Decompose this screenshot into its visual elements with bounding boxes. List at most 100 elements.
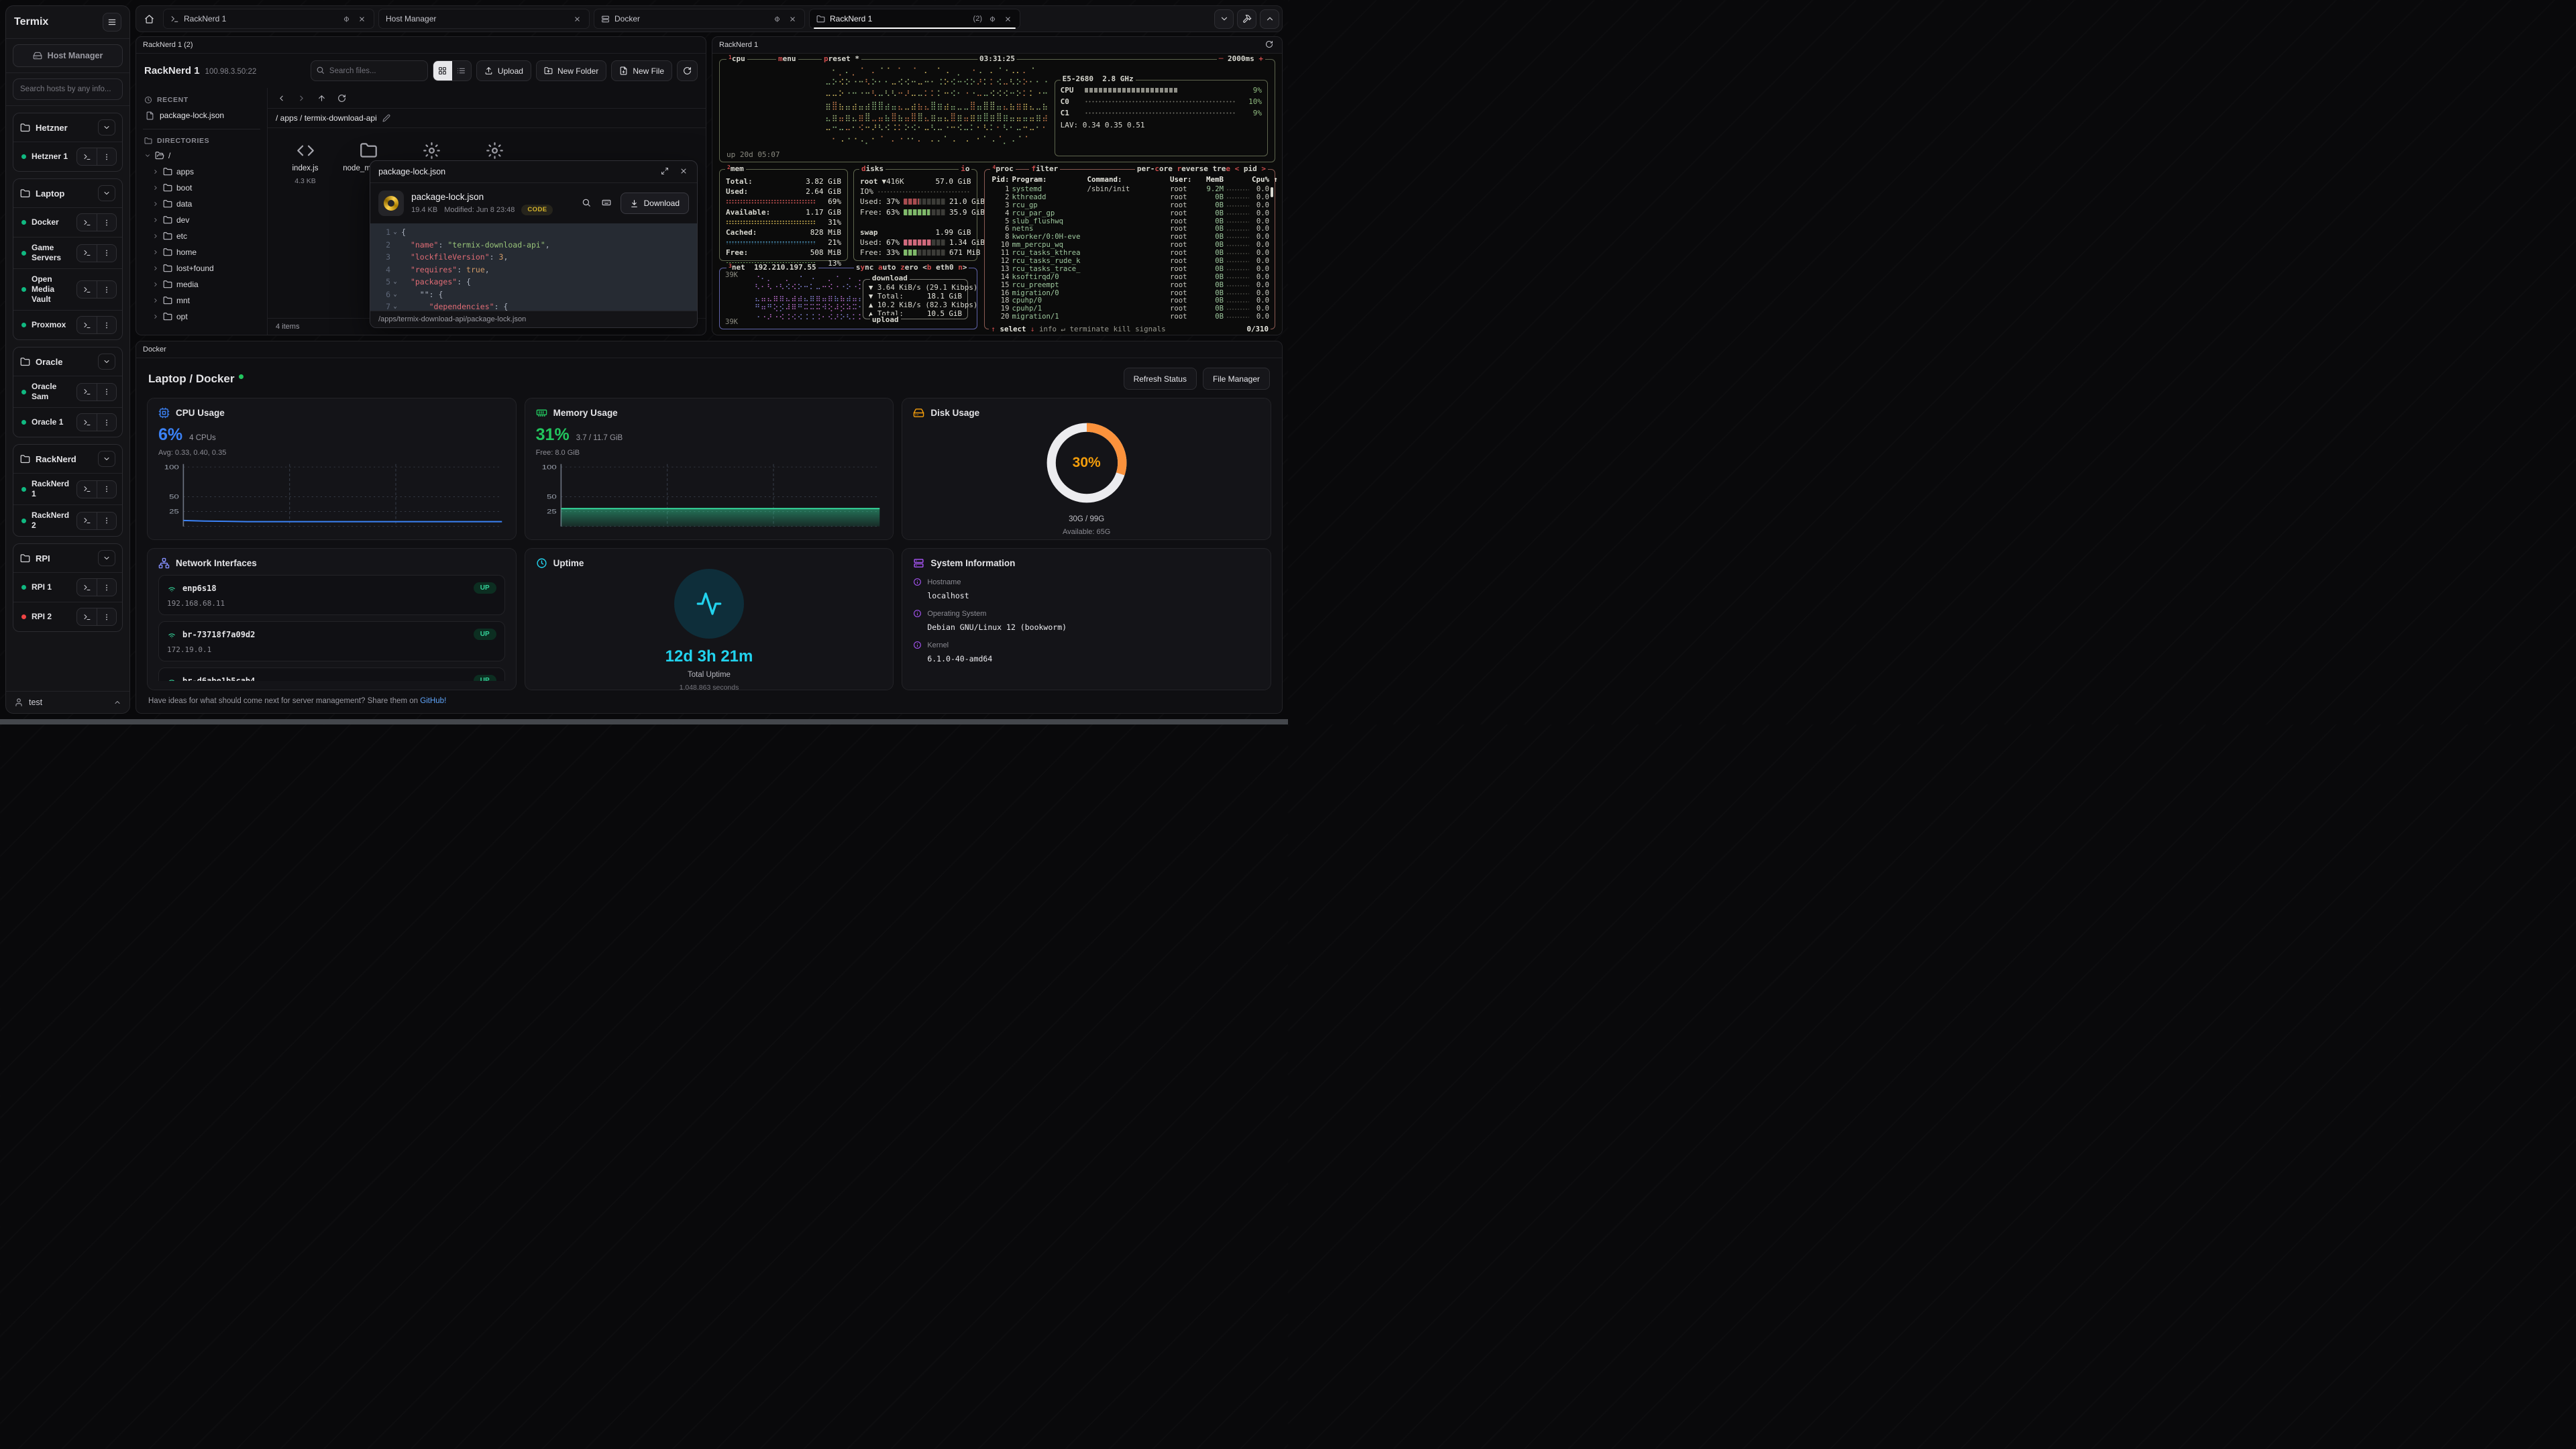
group-collapse-button[interactable] <box>98 550 115 566</box>
open-terminal-button[interactable] <box>77 414 97 431</box>
btop-terminal[interactable]: 1cpu menu preset * 03:31:25 ─ 2000ms + ⠀… <box>712 54 1282 335</box>
open-terminal-button[interactable] <box>77 608 97 625</box>
grid-view-button[interactable] <box>433 61 452 80</box>
host-item-rpi-1[interactable]: RPI 1 <box>13 572 122 602</box>
host-item-game-servers[interactable]: Game Servers <box>13 237 122 268</box>
nav-up-button[interactable] <box>316 93 327 103</box>
tree-item-apps[interactable]: apps <box>143 164 260 180</box>
host-item-racknerd-2[interactable]: RackNerd 2 <box>13 504 122 536</box>
window-scrollbar[interactable] <box>0 719 1288 724</box>
home-button[interactable] <box>139 9 159 29</box>
net-modes[interactable]: sync auto zero <b eth0 n> <box>854 263 969 272</box>
proc-row[interactable]: 19cpuhp/1root0B0.0 <box>990 305 1269 313</box>
tab-racknerd-1-3[interactable]: RackNerd 1(2) <box>809 9 1020 29</box>
host-item-hetzner-1[interactable]: Hetzner 1 <box>13 142 122 171</box>
sidebar-footer[interactable]: test <box>6 691 129 713</box>
host-item-oracle-sam[interactable]: Oracle Sam <box>13 376 122 407</box>
tab-close-button[interactable] <box>787 13 798 24</box>
tab-split-button[interactable] <box>987 13 998 24</box>
host-menu-button[interactable] <box>97 281 116 298</box>
cpu-menu-label[interactable]: menu <box>776 54 798 63</box>
host-item-proxmox[interactable]: Proxmox <box>13 310 122 339</box>
refresh-status-button[interactable]: Refresh Status <box>1124 368 1197 390</box>
host-menu-button[interactable] <box>97 384 116 400</box>
tab-racknerd-1-0[interactable]: RackNerd 1 <box>163 9 374 29</box>
cpu-preset-label[interactable]: preset * <box>822 54 861 63</box>
host-item-docker[interactable]: Docker <box>13 207 122 237</box>
proc-scrollbar[interactable] <box>1271 187 1273 197</box>
nav-back-button[interactable] <box>276 93 286 103</box>
proc-row[interactable]: 11rcu_tasks_kthrearoot0B0.0 <box>990 250 1269 258</box>
admin-tools-button[interactable] <box>1237 9 1256 29</box>
tab-close-button[interactable] <box>1002 13 1013 24</box>
open-terminal-button[interactable] <box>77 245 97 262</box>
search-files-input[interactable] <box>311 60 428 81</box>
breadcrumb[interactable]: / apps / termix-download-api <box>268 109 706 128</box>
modal-editor-button[interactable] <box>600 197 612 209</box>
tab-close-button[interactable] <box>356 13 367 24</box>
tabs-collapse-button[interactable] <box>1214 9 1234 29</box>
host-menu-button[interactable] <box>97 608 116 625</box>
host-menu-button[interactable] <box>97 579 116 596</box>
host-item-racknerd-1[interactable]: RackNerd 1 <box>13 473 122 504</box>
proc-row[interactable]: 10mm_percpu_wqroot0B0.0 <box>990 241 1269 250</box>
tree-item-lost+found[interactable]: lost+found <box>143 260 260 276</box>
host-menu-button[interactable] <box>97 481 116 498</box>
proc-row[interactable]: 20migration/1root0B0.0 <box>990 313 1269 321</box>
open-terminal-button[interactable] <box>77 148 97 165</box>
tree-item-data[interactable]: data <box>143 196 260 212</box>
proc-row[interactable]: 5slub_flushwqroot0B0.0 <box>990 218 1269 226</box>
proc-row[interactable]: 15rcu_preemptroot0B0.0 <box>990 282 1269 290</box>
host-menu-button[interactable] <box>97 245 116 262</box>
recent-file-item[interactable]: package-lock.json <box>143 107 260 124</box>
host-item-rpi-2[interactable]: RPI 2 <box>13 602 122 631</box>
group-collapse-button[interactable] <box>98 119 115 136</box>
tab-split-button[interactable] <box>771 13 782 24</box>
tree-item-mnt[interactable]: mnt <box>143 292 260 309</box>
tree-item-opt[interactable]: opt <box>143 309 260 325</box>
proc-table[interactable]: 1systemd/sbin/initroot9.2M0.02kthreaddro… <box>985 186 1275 321</box>
pencil-icon[interactable] <box>382 114 390 122</box>
host-item-oracle-1[interactable]: Oracle 1 <box>13 407 122 437</box>
proc-row[interactable]: 14ksoftirqd/0root0B0.0 <box>990 274 1269 282</box>
group-collapse-button[interactable] <box>98 354 115 370</box>
proc-row[interactable]: 3rcu_gproot0B0.0 <box>990 202 1269 210</box>
modal-expand-button[interactable] <box>659 166 670 177</box>
group-header[interactable]: RackNerd <box>13 445 122 473</box>
modal-search-button[interactable] <box>580 197 592 209</box>
group-collapse-button[interactable] <box>98 451 115 467</box>
tree-item-boot[interactable]: boot <box>143 180 260 196</box>
tabs-expand-button[interactable] <box>1260 9 1279 29</box>
host-menu-button[interactable] <box>97 513 116 529</box>
docker-file-manager-button[interactable]: File Manager <box>1203 368 1270 390</box>
file-tile-index.js[interactable]: index.js4.3 KB <box>278 138 332 185</box>
nav-refresh-button[interactable] <box>336 93 347 103</box>
tab-split-button[interactable] <box>341 13 352 24</box>
proc-options[interactable]: per-core reverse tree < pid > <box>1135 164 1268 173</box>
upload-button[interactable]: Upload <box>476 60 531 81</box>
tree-item-root[interactable]: / <box>143 148 260 164</box>
proc-row[interactable]: 4rcu_par_gproot0B0.0 <box>990 210 1269 218</box>
sidebar-menu-button[interactable] <box>103 13 121 32</box>
group-collapse-button[interactable] <box>98 185 115 201</box>
modal-close-button[interactable] <box>678 166 689 177</box>
io-label[interactable]: io <box>959 164 971 173</box>
list-view-button[interactable] <box>452 61 471 80</box>
host-menu-button[interactable] <box>97 414 116 431</box>
terminal-sync-button[interactable] <box>1263 39 1275 51</box>
chevron-up-icon[interactable] <box>113 698 121 706</box>
proc-row[interactable]: 18cpuhp/0root0B0.0 <box>990 297 1269 305</box>
proc-row[interactable]: 12rcu_tasks_rude_kroot0B0.0 <box>990 258 1269 266</box>
new-folder-button[interactable]: New Folder <box>536 60 606 81</box>
open-terminal-button[interactable] <box>77 513 97 529</box>
group-header[interactable]: Oracle <box>13 347 122 376</box>
tab-docker-2[interactable]: Docker <box>594 9 805 29</box>
tree-item-etc[interactable]: etc <box>143 228 260 244</box>
group-header[interactable]: RPI <box>13 544 122 572</box>
proc-row[interactable]: 13rcu_tasks_trace_root0B0.0 <box>990 266 1269 274</box>
proc-row[interactable]: 1systemd/sbin/initroot9.2M0.0 <box>990 186 1269 194</box>
open-terminal-button[interactable] <box>77 214 97 231</box>
refresh-files-button[interactable] <box>677 60 698 81</box>
host-manager-button[interactable]: Host Manager <box>13 44 123 67</box>
open-terminal-button[interactable] <box>77 579 97 596</box>
